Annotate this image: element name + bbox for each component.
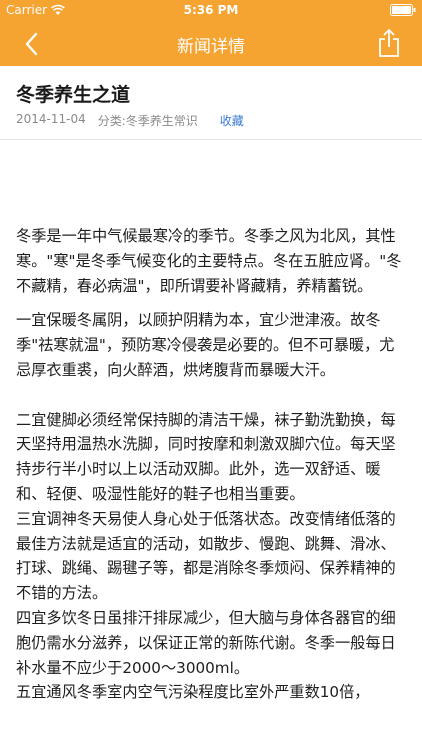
page-title: 新闻详情 [177, 37, 245, 57]
article-title: 冬季养生之道 [16, 84, 131, 106]
paragraph: 冬季是一年中气候最寒冷的季节。冬季之风为北风，其性寒。"寒"是冬季气候变化的主要… [16, 227, 402, 295]
article-date: 2014-11-04 [16, 112, 86, 126]
watermark-text: 来 [334, 360, 351, 379]
status-bar: Carrier 5:36 PM [0, 0, 422, 22]
header-divider [0, 139, 422, 140]
status-time: 5:36 PM [183, 3, 239, 17]
paragraph: 四宜多饮冬日虽排汗排尿减少，但大脑与身体各器官的细胞仍需水分滋养，以保证正常的新… [16, 608, 396, 677]
paragraph: 三宜调神冬天易使人身心处于低落状态。改变情绪低落的最佳方法就是适宜的活动，如散步… [16, 509, 396, 603]
paragraph: 一宜保暖冬属阴，以顾护阴精为本，宜少泄津液。故冬季"祛寒就温"，预防寒冷侵袭是必… [16, 308, 408, 382]
paragraph: 二宜健脚必须经常保持脚的清洁干燥，袜子勤洗勤换，每天坚持用温热水洗脚，同时按摩和… [16, 410, 396, 503]
nav-bar: 新闻详情 [0, 22, 422, 66]
watermark-line: 生门户"养生堂" [16, 385, 122, 404]
status-right [390, 4, 416, 16]
share-icon[interactable] [376, 28, 402, 58]
paragraph: 五宜通风冬季室内空气污染程度比室外严重数10倍， [16, 683, 370, 702]
article-body: 冬季是一年中气候最寒冷的季节。冬季之风为北风，其性寒。"寒"是冬季气候变化的主要… [16, 224, 408, 705]
favorite-button[interactable]: 收藏 [220, 112, 244, 129]
article-meta: 2014-11-04 分类:冬季养生常识 收藏 [16, 112, 244, 129]
article-category: 分类:冬季养生常识 [97, 114, 198, 128]
battery-icon [390, 4, 416, 16]
